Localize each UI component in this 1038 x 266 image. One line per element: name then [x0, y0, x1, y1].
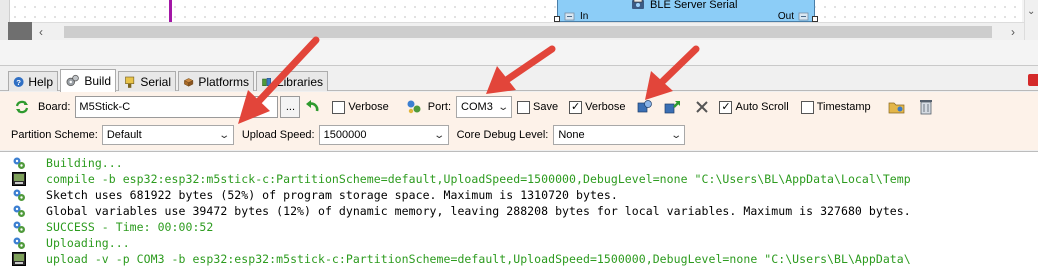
port-scan-icon[interactable] — [405, 98, 423, 116]
verbose-check-box[interactable] — [332, 100, 346, 114]
info-gears-icon — [13, 157, 25, 169]
scroll-right-icon[interactable]: › — [1006, 25, 1020, 39]
console-line: compile -b esp32:esp32:m5stick-c:Partiti… — [0, 171, 1038, 187]
port-select[interactable]: COM3 ⌄ — [456, 96, 513, 118]
upload-speed-select[interactable]: 1500000 ⌄ — [318, 125, 449, 145]
input-pin-icon[interactable] — [564, 11, 576, 22]
auto-scroll-checkbox[interactable]: ✓ Auto Scroll — [719, 100, 789, 114]
core-debug-level-select[interactable]: None ⌄ — [553, 125, 686, 145]
tab-serial-label: Serial — [140, 74, 171, 89]
compile-icon[interactable] — [636, 98, 654, 116]
info-gears-icon — [13, 221, 25, 233]
partition-scheme-select[interactable]: Default ⌄ — [101, 125, 234, 145]
serial-verbose-checkbox[interactable]: ✓ Verbose — [569, 100, 625, 114]
board-browse-button[interactable]: ... — [280, 96, 301, 118]
ble-server-serial-node[interactable]: BLE Server Serial In Out — [557, 0, 815, 22]
timestamp-check-box[interactable] — [800, 100, 814, 114]
tab-help[interactable]: ? Help — [8, 71, 58, 91]
save-checkbox[interactable]: Save — [517, 100, 558, 114]
canvas-grid[interactable] — [10, 0, 1022, 22]
tab-platforms-label: Platforms — [198, 74, 249, 89]
console-line: SUCCESS - Time: 00:00:52 — [0, 219, 1038, 235]
board-toolbar: Board: M5Stick-C ... Verbose Port: COM3 … — [0, 95, 1038, 119]
node-title: BLE Server Serial — [650, 0, 738, 11]
tab-libraries-label: Libraries — [276, 74, 323, 89]
build-icon — [66, 74, 79, 87]
clear-icon[interactable] — [693, 98, 711, 116]
delete-log-icon[interactable] — [917, 98, 935, 116]
board-input[interactable]: M5Stick-C — [75, 96, 279, 118]
console-line-text: Building... — [46, 156, 123, 170]
horizontal-scrollbar[interactable]: ‹ › — [32, 22, 1024, 40]
output-pin-icon[interactable] — [798, 11, 810, 22]
tab-platforms[interactable]: Platforms — [178, 71, 254, 91]
console-line-text: SUCCESS - Time: 00:00:52 — [46, 220, 214, 234]
console-line-text: upload -v -p COM3 -b esp32:esp32:m5stick… — [46, 252, 911, 266]
serial-icon — [125, 76, 135, 88]
serial-verbose-check-box[interactable]: ✓ — [569, 100, 583, 114]
input-pin-label: In — [580, 11, 589, 22]
tab-libraries[interactable]: Libraries — [256, 71, 328, 91]
scroll-left-icon[interactable]: ‹ — [34, 25, 48, 39]
canvas-corner — [8, 22, 32, 40]
platforms-icon — [183, 77, 194, 87]
upload-speed-label: Upload Speed: — [241, 129, 315, 141]
console-line: Building... — [0, 155, 1038, 171]
vertical-scrollbar[interactable]: ⌄ — [1024, 0, 1038, 40]
scroll-down-icon[interactable]: ⌄ — [1027, 6, 1035, 17]
console-line-text: Uploading... — [46, 236, 130, 250]
build-panel: Board: M5Stick-C ... Verbose Port: COM3 … — [0, 92, 1038, 150]
core-debug-level-label: Core Debug Level: — [456, 129, 549, 141]
port-label: Port: — [427, 101, 452, 113]
design-canvas[interactable]: BLE Server Serial In Out ‹ › ⌄ — [0, 0, 1038, 66]
info-gears-icon — [13, 205, 25, 217]
back-arrow-icon[interactable] — [303, 98, 321, 116]
console-line: Uploading... — [0, 235, 1038, 251]
console-line: upload -v -p COM3 -b esp32:esp32:m5stick… — [0, 251, 1038, 266]
tab-help-label: Help — [28, 74, 53, 89]
libraries-icon — [262, 77, 271, 86]
chevron-down-icon: ⌄ — [496, 101, 509, 113]
bottom-tab-bar: ? Help Build Serial Platforms Libraries — [0, 68, 1038, 92]
save-check-box[interactable] — [517, 100, 531, 114]
console-line-text: compile -b esp32:esp32:m5stick-c:Partiti… — [46, 172, 911, 186]
close-panel-icon[interactable] — [1028, 74, 1038, 86]
scrollbar-thumb[interactable] — [64, 26, 992, 38]
terminal-icon — [12, 172, 26, 186]
terminal-icon — [12, 252, 26, 266]
board-label: Board: — [38, 101, 71, 113]
info-gears-icon — [13, 189, 25, 201]
timestamp-checkbox[interactable]: Timestamp — [800, 100, 871, 114]
tab-serial[interactable]: Serial — [118, 71, 176, 91]
chevron-down-icon: ⌄ — [433, 129, 446, 141]
help-icon: ? — [13, 76, 24, 87]
partition-scheme-label: Partition Scheme: — [11, 129, 98, 141]
auto-scroll-check-box[interactable]: ✓ — [719, 100, 733, 114]
svg-text:?: ? — [16, 77, 21, 86]
console-line-text: Global variables use 39472 bytes (12%) o… — [46, 204, 911, 218]
tab-build-label: Build — [84, 74, 111, 88]
build-options-row: Partition Scheme: Default ⌄ Upload Speed… — [0, 124, 1038, 146]
board-value: M5Stick-C — [79, 101, 131, 113]
chevron-down-icon: ⌄ — [670, 129, 683, 141]
info-gears-icon — [13, 237, 25, 249]
chevron-down-icon: ⌄ — [218, 129, 231, 141]
console-line-text: Sketch uses 681922 bytes (52%) of progra… — [46, 188, 618, 202]
verbose-checkbox[interactable]: Verbose — [332, 100, 389, 114]
refresh-icon[interactable] — [13, 98, 31, 116]
build-console[interactable]: Building... compile -b esp32:esp32:m5stic… — [0, 151, 1038, 266]
upload-icon[interactable] — [663, 98, 681, 116]
tab-build[interactable]: Build — [60, 69, 116, 92]
bluetooth-component-icon — [632, 0, 644, 9]
console-line: Sketch uses 681922 bytes (52%) of progra… — [0, 187, 1038, 203]
output-pin-label: Out — [777, 11, 794, 22]
component-wire[interactable] — [169, 0, 172, 22]
port-value: COM3 — [461, 101, 493, 113]
console-line: Global variables use 39472 bytes (12%) o… — [0, 203, 1038, 219]
folder-icon[interactable] — [888, 98, 906, 116]
